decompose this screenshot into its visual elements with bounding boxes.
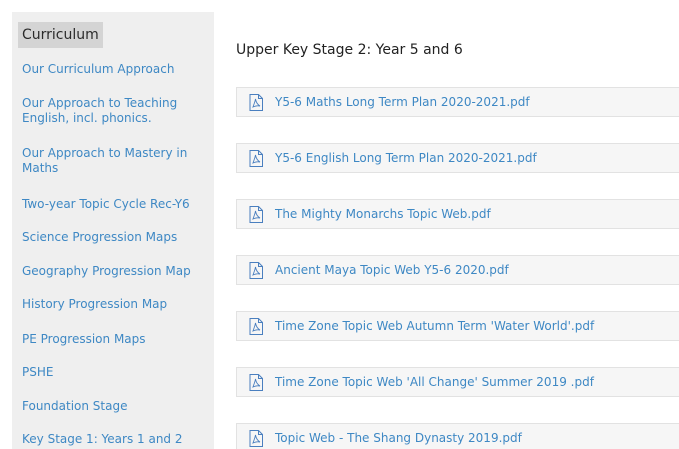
pdf-icon	[249, 94, 263, 111]
sidebar-item-pe-progression[interactable]: PE Progression Maps	[22, 332, 210, 347]
file-link[interactable]: Topic Web - The Shang Dynasty 2019.pdf	[275, 431, 522, 446]
pdf-icon	[249, 374, 263, 391]
file-row[interactable]: Y5-6 Maths Long Term Plan 2020-2021.pdf	[236, 87, 679, 117]
page: Curriculum Our Curriculum Approach Our A…	[0, 0, 679, 449]
file-link[interactable]: The Mighty Monarchs Topic Web.pdf	[275, 207, 491, 222]
page-title: Upper Key Stage 2: Year 5 and 6	[236, 42, 463, 58]
file-row[interactable]: Time Zone Topic Web 'All Change' Summer …	[236, 367, 679, 397]
sidebar-item-mastery-maths[interactable]: Our Approach to Mastery in Maths	[22, 146, 210, 176]
sidebar-item-key-stage-1[interactable]: Key Stage 1: Years 1 and 2	[22, 432, 210, 447]
pdf-icon	[249, 430, 263, 447]
sidebar-item-geography-progression[interactable]: Geography Progression Map	[22, 264, 210, 279]
pdf-icon	[249, 150, 263, 167]
file-link[interactable]: Time Zone Topic Web Autumn Term 'Water W…	[275, 319, 594, 334]
file-row[interactable]: Ancient Maya Topic Web Y5-6 2020.pdf	[236, 255, 679, 285]
sidebar-item-curriculum-approach[interactable]: Our Curriculum Approach	[22, 62, 210, 77]
file-row[interactable]: The Mighty Monarchs Topic Web.pdf	[236, 199, 679, 229]
sidebar-item-topic-cycle[interactable]: Two-year Topic Cycle Rec-Y6	[22, 197, 210, 212]
sidebar-item-pshe[interactable]: PSHE	[22, 365, 210, 380]
pdf-icon	[249, 206, 263, 223]
pdf-icon	[249, 318, 263, 335]
sidebar-item-history-progression[interactable]: History Progression Map	[22, 297, 210, 312]
file-row[interactable]: Y5-6 English Long Term Plan 2020-2021.pd…	[236, 143, 679, 173]
sidebar-item-foundation-stage[interactable]: Foundation Stage	[22, 399, 210, 414]
sidebar-item-science-progression[interactable]: Science Progression Maps	[22, 230, 210, 245]
sidebar-heading: Curriculum	[18, 22, 103, 48]
file-link[interactable]: Y5-6 English Long Term Plan 2020-2021.pd…	[275, 151, 537, 166]
pdf-icon	[249, 262, 263, 279]
file-link[interactable]: Time Zone Topic Web 'All Change' Summer …	[275, 375, 594, 390]
sidebar-item-teaching-english[interactable]: Our Approach to Teaching English, incl. …	[22, 96, 210, 126]
file-link[interactable]: Ancient Maya Topic Web Y5-6 2020.pdf	[275, 263, 509, 278]
sidebar: Curriculum Our Curriculum Approach Our A…	[12, 12, 214, 449]
file-link[interactable]: Y5-6 Maths Long Term Plan 2020-2021.pdf	[275, 95, 530, 110]
file-row[interactable]: Topic Web - The Shang Dynasty 2019.pdf	[236, 423, 679, 449]
file-row[interactable]: Time Zone Topic Web Autumn Term 'Water W…	[236, 311, 679, 341]
